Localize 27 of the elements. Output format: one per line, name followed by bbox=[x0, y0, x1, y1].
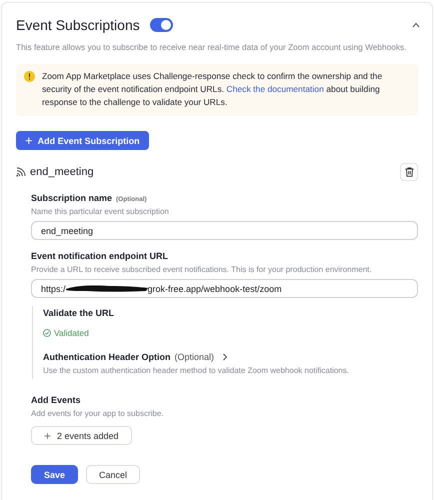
chevron-icon[interactable] bbox=[412, 22, 420, 28]
field-hint: Provide a URL to receive subscribed event notifications. This is for your production environment. bbox=[31, 265, 373, 274]
trash-icon bbox=[404, 167, 414, 177]
input-field[interactable]: end_meeting bbox=[31, 221, 418, 240]
auth-header-option[interactable]: Authentication Header Option (Optional) bbox=[43, 352, 228, 362]
subscription-name: end_meeting bbox=[30, 166, 94, 178]
events-added-button[interactable]: + 2 events added bbox=[31, 426, 132, 445]
auth-hint: Use the custom authentication header method to validate Zoom webhook notifications. bbox=[43, 366, 350, 375]
section-description: This feature allows you to subscribe to receive near real-time data of your Zoom account using Webhooks. bbox=[16, 42, 408, 52]
input-field[interactable]: https:/ grok-free.app/webhook-test/zoom bbox=[31, 279, 418, 298]
events-label: Add Events bbox=[31, 395, 82, 405]
field-label: Event notification endpoint URL bbox=[31, 251, 169, 261]
validated-status: Validated bbox=[54, 328, 89, 338]
cancel-button[interactable]: Cancel bbox=[86, 465, 140, 484]
validate-title: Validate the URL bbox=[43, 308, 116, 318]
events-hint: Add events for your app to subscribe. bbox=[31, 409, 165, 418]
warning-icon bbox=[24, 71, 35, 82]
delete-button[interactable] bbox=[400, 163, 418, 181]
toggle-switch[interactable] bbox=[150, 18, 173, 32]
add-subscription-button[interactable]: + Add Event Subscription bbox=[16, 131, 149, 150]
field-hint: Name this particular event subscription bbox=[31, 207, 170, 216]
rss-icon bbox=[16, 167, 26, 177]
section-title: Event Subscriptions bbox=[16, 17, 140, 33]
documentation-link[interactable]: Check the documentation bbox=[226, 84, 324, 94]
chevron-right-icon bbox=[222, 353, 228, 361]
notice-text: Zoom App Marketplace uses Challenge-response check to confirm the ownership and the security of the event notification endpoint URLs. Check the documentation about building response to the challenge to validate your URLs. bbox=[42, 70, 384, 109]
save-button[interactable]: Save bbox=[31, 465, 78, 484]
